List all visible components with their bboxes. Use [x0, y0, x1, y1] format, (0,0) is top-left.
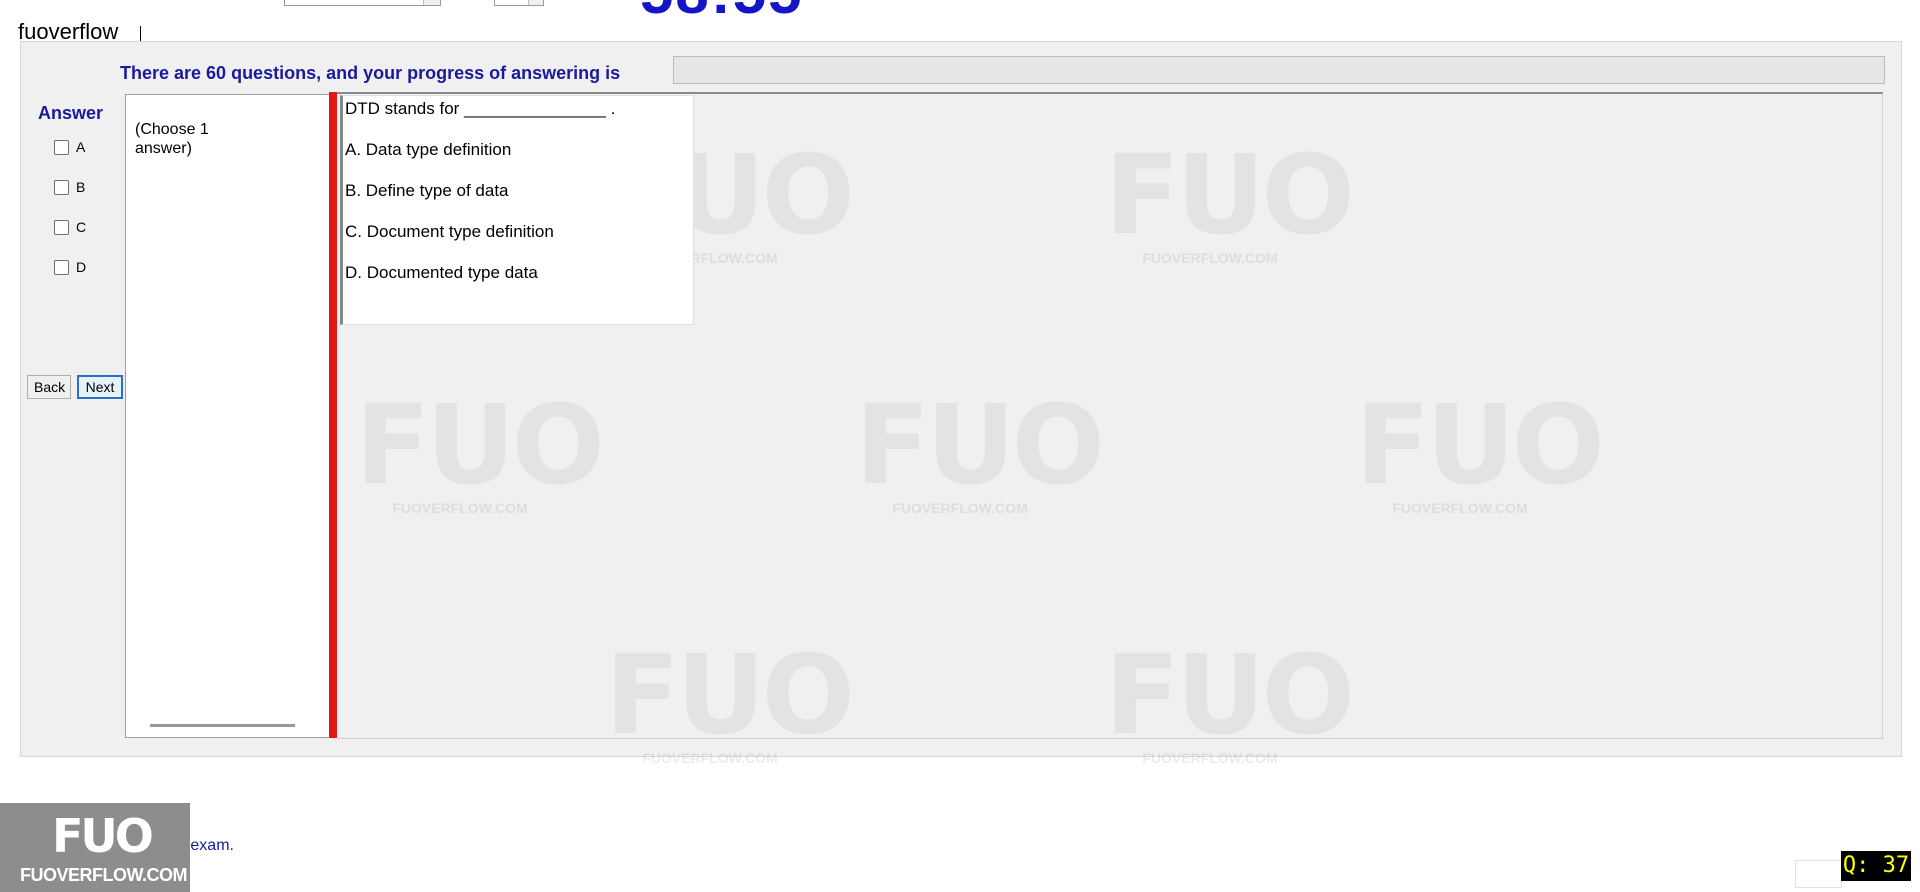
next-button[interactable]: Next: [77, 375, 123, 399]
progress-bar: [673, 56, 1885, 84]
answer-option-d[interactable]: D: [54, 259, 86, 275]
finish-button[interactable]: [1795, 860, 1842, 888]
watermark: FUO FUOVERFLOW.COM: [1355, 381, 1605, 516]
question-box: [340, 95, 694, 325]
answer-option-b[interactable]: B: [54, 179, 85, 195]
choice-c: C. Document type definition: [345, 222, 554, 241]
checkbox[interactable]: [54, 139, 69, 155]
top-small-combo[interactable]: [494, 0, 544, 6]
watermark: FUO FUOVERFLOW.COM: [855, 381, 1105, 516]
chevron-down-icon[interactable]: [528, 0, 543, 5]
choose-hint: (Choose 1 answer): [135, 121, 209, 157]
watermark: FUO FUOVERFLOW.COM: [605, 631, 855, 766]
exam-timer: 58:55: [640, 0, 803, 27]
watermark: FUO FUOVERFLOW.COM: [1105, 631, 1355, 766]
choice-d: D. Documented type data: [345, 263, 538, 282]
site-logo: FUO FUOVERFLOW.COM: [0, 803, 190, 892]
progress-label: There are 60 questions, and your progres…: [120, 63, 621, 83]
answer-heading: Answer: [38, 103, 104, 123]
answer-option-a[interactable]: A: [54, 139, 85, 155]
checkbox[interactable]: [54, 179, 69, 195]
watermark: FUO FUOVERFLOW.COM: [355, 381, 605, 516]
horizontal-scrollbar[interactable]: [150, 724, 295, 727]
choice-a: A. Data type definition: [345, 140, 512, 159]
choice-b: B. Define type of data: [345, 181, 509, 200]
question-info-pane: [125, 94, 330, 738]
logo-mark: FUO: [52, 809, 154, 863]
splitter-bar[interactable]: [329, 92, 337, 738]
top-combo-box[interactable]: [284, 0, 441, 6]
checkbox[interactable]: [54, 219, 69, 235]
watermark: FUO FUOVERFLOW.COM: [1105, 131, 1355, 266]
chevron-down-icon[interactable]: [423, 0, 440, 5]
question-counter: Q: 37: [1841, 851, 1911, 881]
logo-text: FUOVERFLOW.COM: [20, 865, 188, 885]
question-stem: DTD stands for _______________ .: [345, 99, 616, 118]
back-button[interactable]: Back: [27, 375, 71, 399]
answer-option-c[interactable]: C: [54, 219, 86, 235]
checkbox[interactable]: [54, 259, 69, 275]
